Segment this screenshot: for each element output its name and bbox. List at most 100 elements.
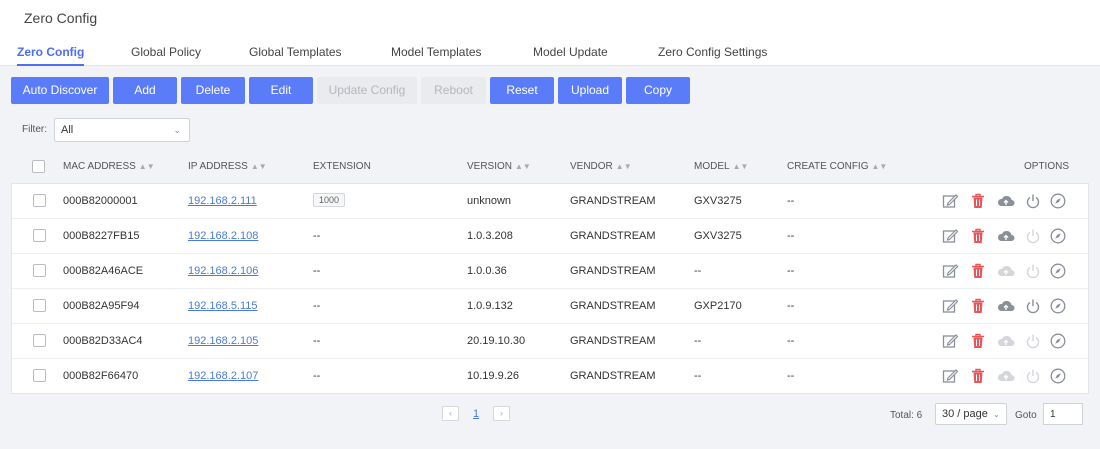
sort-icon: ▲▼ bbox=[732, 162, 749, 171]
auto-discover-button[interactable]: Auto Discover bbox=[11, 77, 109, 104]
prev-page-button[interactable]: ‹ bbox=[442, 406, 459, 421]
compass-icon[interactable] bbox=[1049, 227, 1067, 245]
tab-model-update[interactable]: Model Update bbox=[533, 45, 608, 66]
table-header: MAC ADDRESS ▲▼ IP ADDRESS ▲▼ EXTENSION VER… bbox=[11, 152, 1089, 182]
extension: -- bbox=[313, 265, 321, 277]
mac-address: 000B82000001 bbox=[63, 195, 138, 207]
row-checkbox[interactable] bbox=[33, 194, 46, 207]
reset-button[interactable]: Reset bbox=[490, 77, 554, 104]
ip-address-link[interactable]: 192.168.2.111 bbox=[188, 195, 257, 207]
cloud-upload-icon[interactable] bbox=[996, 192, 1016, 210]
column-header-vendor[interactable]: VENDOR ▲▼ bbox=[570, 161, 632, 172]
column-header-version[interactable]: VERSION ▲▼ bbox=[467, 161, 531, 172]
compass-icon[interactable] bbox=[1049, 332, 1067, 350]
edit-icon[interactable] bbox=[941, 262, 959, 280]
sort-icon: ▲▼ bbox=[250, 162, 267, 171]
chevron-down-icon: ⌄ bbox=[992, 410, 1000, 419]
compass-icon[interactable] bbox=[1049, 297, 1067, 315]
device-table: 000B82000001 192.168.2.111 1000 unknown … bbox=[11, 183, 1089, 394]
edit-icon[interactable] bbox=[941, 367, 959, 385]
edit-icon[interactable] bbox=[941, 192, 959, 210]
column-header-ip[interactable]: IP ADDRESS ▲▼ bbox=[188, 161, 267, 172]
extension-tag: 1000 bbox=[313, 193, 346, 207]
page-number-link[interactable]: 1 bbox=[473, 408, 479, 420]
column-header-create-config[interactable]: CREATE CONFIG ▲▼ bbox=[787, 161, 887, 172]
extension: -- bbox=[313, 230, 321, 242]
tab-global-policy[interactable]: Global Policy bbox=[131, 45, 201, 66]
column-header-label: MAC ADDRESS bbox=[63, 161, 136, 172]
top-bar: Zero Config Zero Config Global Policy Gl… bbox=[0, 0, 1100, 66]
edit-icon[interactable] bbox=[941, 332, 959, 350]
extension: -- bbox=[313, 300, 321, 312]
row-checkbox[interactable] bbox=[33, 264, 46, 277]
vendor: GRANDSTREAM bbox=[570, 370, 656, 382]
select-all-checkbox[interactable] bbox=[32, 160, 45, 173]
add-button[interactable]: Add bbox=[113, 77, 177, 104]
power-icon[interactable] bbox=[1024, 192, 1042, 210]
filter-select[interactable]: All ⌄ bbox=[54, 118, 190, 142]
trash-icon[interactable] bbox=[969, 367, 987, 385]
version: 20.19.10.30 bbox=[467, 335, 526, 347]
power-icon bbox=[1024, 262, 1042, 280]
tab-zero-config-settings[interactable]: Zero Config Settings bbox=[658, 45, 767, 66]
edit-icon[interactable] bbox=[941, 227, 959, 245]
trash-icon[interactable] bbox=[969, 192, 987, 210]
table-row: 000B82A46ACE 192.168.2.106 -- 1.0.0.36 G… bbox=[12, 254, 1088, 289]
create-config: -- bbox=[787, 265, 795, 277]
row-checkbox[interactable] bbox=[33, 334, 46, 347]
row-checkbox[interactable] bbox=[33, 369, 46, 382]
mac-address: 000B82A95F94 bbox=[63, 300, 140, 312]
create-config: -- bbox=[787, 300, 795, 312]
ip-address-link[interactable]: 192.168.2.105 bbox=[188, 335, 258, 347]
page-size-select[interactable]: 30 / page ⌄ bbox=[935, 403, 1007, 425]
column-header-label: MODEL bbox=[694, 161, 730, 172]
edit-button[interactable]: Edit bbox=[249, 77, 313, 104]
compass-icon[interactable] bbox=[1049, 367, 1067, 385]
next-page-button[interactable]: › bbox=[493, 406, 510, 421]
goto-page-input[interactable] bbox=[1043, 403, 1083, 425]
total-count: Total: 6 bbox=[890, 410, 923, 421]
table-row: 000B82D33AC4 192.168.2.105 -- 20.19.10.3… bbox=[12, 324, 1088, 359]
tab-zero-config[interactable]: Zero Config bbox=[17, 45, 85, 66]
reboot-button[interactable]: Reboot bbox=[421, 77, 486, 104]
model: GXV3275 bbox=[694, 230, 742, 242]
ip-address-link[interactable]: 192.168.2.107 bbox=[188, 370, 258, 382]
vendor: GRANDSTREAM bbox=[570, 335, 656, 347]
compass-icon[interactable] bbox=[1049, 262, 1067, 280]
tab-global-templates[interactable]: Global Templates bbox=[249, 45, 342, 66]
cloud-upload-icon[interactable] bbox=[996, 227, 1016, 245]
trash-icon[interactable] bbox=[969, 332, 987, 350]
table-row: 000B82000001 192.168.2.111 1000 unknown … bbox=[12, 184, 1088, 219]
column-header-model[interactable]: MODEL ▲▼ bbox=[694, 161, 748, 172]
sort-icon: ▲▼ bbox=[615, 162, 632, 171]
create-config: -- bbox=[787, 195, 795, 207]
vendor: GRANDSTREAM bbox=[570, 195, 656, 207]
cloud-upload-icon[interactable] bbox=[996, 297, 1016, 315]
goto-label: Goto bbox=[1015, 410, 1037, 421]
create-config: -- bbox=[787, 370, 795, 382]
trash-icon[interactable] bbox=[969, 297, 987, 315]
column-header-label: IP ADDRESS bbox=[188, 161, 248, 172]
column-header-options: OPTIONS bbox=[1024, 161, 1070, 172]
ip-address-link[interactable]: 192.168.2.108 bbox=[188, 230, 258, 242]
ip-address-link[interactable]: 192.168.2.106 bbox=[188, 265, 258, 277]
column-header-mac[interactable]: MAC ADDRESS ▲▼ bbox=[63, 161, 155, 172]
compass-icon[interactable] bbox=[1049, 192, 1067, 210]
update-config-button[interactable]: Update Config bbox=[317, 77, 417, 104]
table-row: 000B82A95F94 192.168.5.115 -- 1.0.9.132 … bbox=[12, 289, 1088, 324]
trash-icon[interactable] bbox=[969, 227, 987, 245]
row-checkbox[interactable] bbox=[33, 229, 46, 242]
delete-button[interactable]: Delete bbox=[181, 77, 245, 104]
copy-button[interactable]: Copy bbox=[626, 77, 690, 104]
trash-icon[interactable] bbox=[969, 262, 987, 280]
edit-icon[interactable] bbox=[941, 297, 959, 315]
ip-address-link[interactable]: 192.168.5.115 bbox=[188, 300, 258, 312]
power-icon[interactable] bbox=[1024, 297, 1042, 315]
model: -- bbox=[694, 335, 702, 347]
upload-button[interactable]: Upload bbox=[558, 77, 622, 104]
vendor: GRANDSTREAM bbox=[570, 230, 656, 242]
tab-model-templates[interactable]: Model Templates bbox=[391, 45, 482, 66]
row-checkbox[interactable] bbox=[33, 299, 46, 312]
column-header-label: VERSION bbox=[467, 161, 513, 172]
column-header-label: CREATE CONFIG bbox=[787, 161, 869, 172]
